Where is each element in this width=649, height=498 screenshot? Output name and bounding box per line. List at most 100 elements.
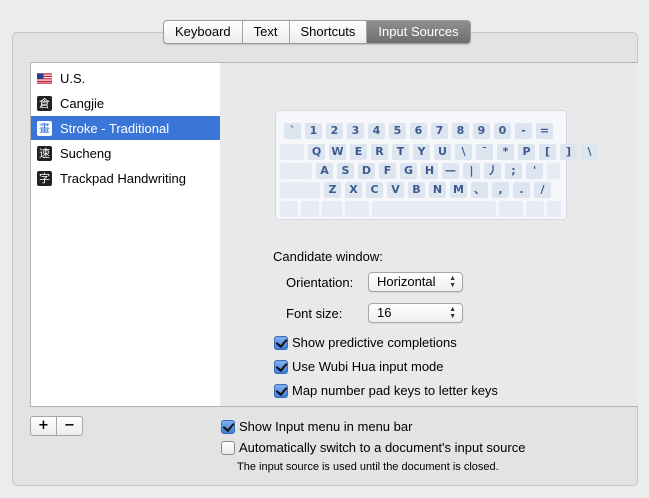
keyboard-key-blank: [345, 201, 369, 217]
keyboard-key: ¯: [476, 144, 493, 160]
stroke-icon: 畫: [37, 120, 52, 136]
tab-input-sources[interactable]: Input Sources: [367, 21, 470, 43]
keyboard-key: G: [400, 163, 417, 179]
cangjie-icon: 倉: [37, 95, 52, 111]
keyboard-key-blank: [301, 201, 319, 217]
keyboard-key-blank: [372, 201, 496, 217]
checkbox-label: Show predictive completions: [292, 335, 457, 350]
keyboard-key: =: [536, 123, 553, 139]
input-sources-list: U.S. 倉 Cangjie 畫 Stroke - Traditional 速 …: [30, 62, 221, 407]
font-size-value: 16: [377, 305, 392, 320]
checkbox-icon[interactable]: [221, 419, 235, 434]
font-size-label: Font size:: [286, 306, 343, 321]
keyboard-key: W: [329, 144, 346, 160]
checkbox-icon[interactable]: [274, 335, 288, 350]
keyboard-key: /: [534, 182, 551, 198]
keyboard-key: \: [455, 144, 472, 160]
candidate-window-heading: Candidate window:: [273, 249, 383, 264]
tab-keyboard[interactable]: Keyboard: [164, 21, 243, 43]
keyboard-key: ': [526, 163, 543, 179]
add-button[interactable]: +: [31, 417, 56, 435]
keyboard-key: -: [515, 123, 532, 139]
add-remove-buttons: + −: [30, 416, 83, 436]
orientation-value: Horizontal: [377, 274, 436, 289]
list-item-stroke-traditional[interactable]: 畫 Stroke - Traditional: [31, 116, 220, 140]
keyboard-key: N: [429, 182, 446, 198]
orientation-label: Orientation:: [286, 275, 354, 290]
keyboard-key: T: [392, 144, 409, 160]
checkbox-label: Use Wubi Hua input mode: [292, 359, 444, 374]
keyboard-key: 1: [305, 123, 322, 139]
keyboard-key: X: [345, 182, 362, 198]
checkbox-label: Map number pad keys to letter keys: [292, 383, 498, 398]
auto-switch-checkbox[interactable]: Automatically switch to a document's inp…: [221, 440, 525, 455]
keyboard-key: —: [442, 163, 459, 179]
wubi-hua-checkbox[interactable]: Use Wubi Hua input mode: [274, 359, 444, 374]
keyboard-key: E: [350, 144, 367, 160]
checkbox-icon[interactable]: [221, 440, 235, 455]
keyboard-key: |: [463, 163, 480, 179]
keyboard-key: `: [284, 123, 301, 139]
list-item-sucheng[interactable]: 速 Sucheng: [31, 141, 220, 165]
keyboard-key: M: [450, 182, 467, 198]
keyboard-key: D: [358, 163, 375, 179]
orientation-popup[interactable]: Horizontal ▲ ▼: [368, 272, 463, 292]
keyboard-key: 丿: [484, 163, 501, 179]
keyboard-key: .: [513, 182, 530, 198]
keyboard-key: \: [581, 144, 598, 160]
map-number-pad-checkbox[interactable]: Map number pad keys to letter keys: [274, 383, 498, 398]
keyboard-key: 8: [452, 123, 469, 139]
list-item-label: Stroke - Traditional: [60, 120, 170, 136]
keyboard-key: A: [316, 163, 333, 179]
keyboard-key-blank: [280, 201, 298, 217]
keyboard-key: 、: [471, 182, 488, 198]
popup-arrows-icon: ▲ ▼: [449, 306, 456, 320]
keyboard-key-blank: [499, 201, 523, 217]
keyboard-key: ,: [492, 182, 509, 198]
checkbox-icon[interactable]: [274, 359, 288, 374]
keyboard-key: V: [387, 182, 404, 198]
keyboard-key-blank: [280, 182, 320, 198]
list-item-label: Cangjie: [60, 95, 105, 111]
us-flag-icon: [37, 71, 52, 86]
list-item-label: U.S.: [60, 70, 86, 86]
keyboard-key: ]: [560, 144, 577, 160]
keyboard-key: 5: [389, 123, 406, 139]
keyboard-key: H: [421, 163, 438, 179]
tab-shortcuts[interactable]: Shortcuts: [290, 21, 368, 43]
keyboard-key: R: [371, 144, 388, 160]
keyboard-key: ;: [505, 163, 522, 179]
keyboard-key: 3: [347, 123, 364, 139]
keyboard-key: Q: [308, 144, 325, 160]
keyboard-key-blank: [547, 163, 560, 179]
show-predictive-checkbox[interactable]: Show predictive completions: [274, 335, 457, 350]
checkbox-icon[interactable]: [274, 383, 288, 398]
keyboard-key: 2: [326, 123, 343, 139]
keyboard-key: 7: [431, 123, 448, 139]
list-item-label: Trackpad Handwriting: [60, 170, 186, 186]
keyboard-key: Y: [413, 144, 430, 160]
keyboard-key: *: [497, 144, 514, 160]
list-item-label: Sucheng: [60, 145, 112, 161]
keyboard-key-blank: [280, 144, 304, 160]
list-item-us[interactable]: U.S.: [31, 66, 220, 90]
checkbox-label: Automatically switch to a document's inp…: [239, 440, 526, 455]
list-item-trackpad-handwriting[interactable]: 字 Trackpad Handwriting: [31, 166, 220, 190]
keyboard-key: P: [518, 144, 535, 160]
keyboard-key: [: [539, 144, 556, 160]
show-input-menu-checkbox[interactable]: Show Input menu in menu bar: [221, 419, 412, 434]
keyboard-key: C: [366, 182, 383, 198]
list-item-cangjie[interactable]: 倉 Cangjie: [31, 91, 220, 115]
keyboard-key: 9: [473, 123, 490, 139]
sucheng-icon: 速: [37, 145, 52, 161]
tab-text[interactable]: Text: [243, 21, 290, 43]
keyboard-key: U: [434, 144, 451, 160]
keyboard-key: 4: [368, 123, 385, 139]
font-size-popup[interactable]: 16 ▲ ▼: [368, 303, 463, 323]
handwriting-icon: 字: [37, 170, 52, 186]
keyboard-key-blank: [547, 201, 561, 217]
keyboard-layout-preview: ` 1 2 3 4 5 6 7 8 9 0- = Q W E R T Y U \ ¯ * P[] \ A S D F G H — | 丿; ' Z X…: [275, 110, 598, 220]
keyboard-key-blank: [526, 201, 544, 217]
checkbox-label: Show Input menu in menu bar: [239, 419, 413, 434]
remove-button[interactable]: −: [56, 417, 82, 435]
